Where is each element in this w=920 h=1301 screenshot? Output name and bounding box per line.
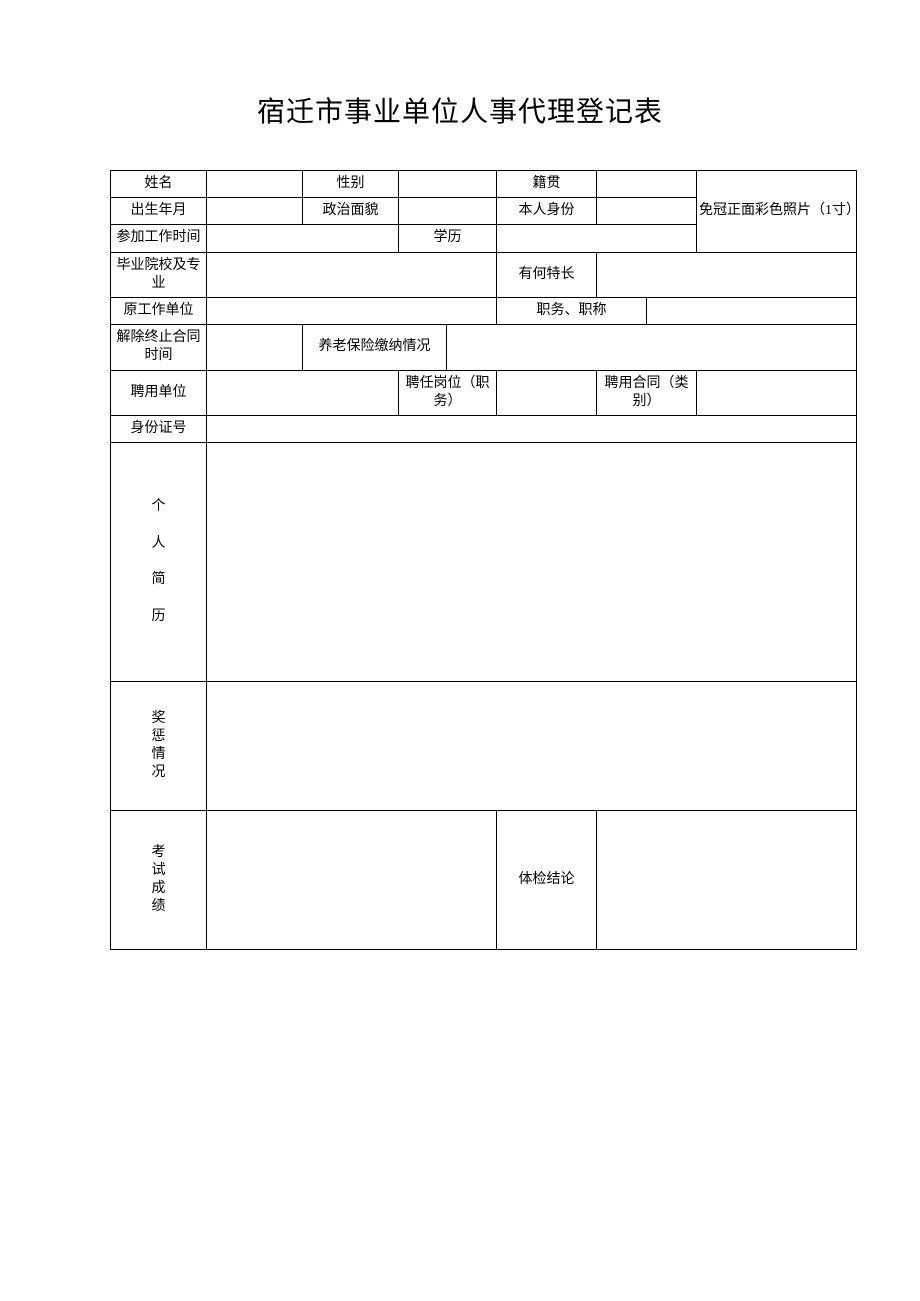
label-former-unit: 原工作单位 — [111, 297, 207, 324]
value-specialty — [597, 252, 857, 297]
label-identity: 本人身份 — [497, 198, 597, 225]
label-name: 姓名 — [111, 171, 207, 198]
value-former-unit — [207, 297, 497, 324]
value-birth — [207, 198, 303, 225]
value-education — [497, 225, 697, 252]
value-gender — [399, 171, 497, 198]
value-resume — [207, 443, 857, 682]
registration-form-table: 姓名 性别 籍贯 免冠正面彩色照片（1寸） 出生年月 政治面貌 本人身份 参加工… — [110, 170, 857, 950]
label-exam: 考 试 成 绩 — [111, 811, 207, 950]
page-title: 宿迁市事业单位人事代理登记表 — [110, 90, 810, 130]
value-pension — [447, 325, 857, 370]
label-specialty: 有何特长 — [497, 252, 597, 297]
label-work-start: 参加工作时间 — [111, 225, 207, 252]
value-identity — [597, 198, 697, 225]
value-work-start — [207, 225, 399, 252]
value-id-number — [207, 415, 857, 442]
label-position-title: 职务、职称 — [497, 297, 647, 324]
label-birth: 出生年月 — [111, 198, 207, 225]
value-political — [399, 198, 497, 225]
value-rewards — [207, 682, 857, 811]
label-physical: 体检结论 — [497, 811, 597, 950]
value-name — [207, 171, 303, 198]
value-contract-type — [697, 370, 857, 415]
document-page: 宿迁市事业单位人事代理登记表 姓名 性别 籍贯 免冠正面彩色照片（1寸） — [0, 0, 920, 950]
value-native-place — [597, 171, 697, 198]
label-contract-type: 聘用合同（类别） — [597, 370, 697, 415]
photo-placeholder: 免冠正面彩色照片（1寸） — [697, 171, 857, 253]
value-exam — [207, 811, 497, 950]
value-position-title — [647, 297, 857, 324]
value-school-major — [207, 252, 497, 297]
label-pension: 养老保险缴纳情况 — [303, 325, 447, 370]
label-education: 学历 — [399, 225, 497, 252]
value-hired-post — [497, 370, 597, 415]
label-gender: 性别 — [303, 171, 399, 198]
value-contract-end — [207, 325, 303, 370]
label-hired-post: 聘任岗位（职务） — [399, 370, 497, 415]
value-hiring-unit — [207, 370, 399, 415]
label-contract-end: 解除终止合同时间 — [111, 325, 207, 370]
label-political: 政治面貌 — [303, 198, 399, 225]
label-resume: 个 人 简 历 — [111, 443, 207, 682]
label-id-number: 身份证号 — [111, 415, 207, 442]
value-physical — [597, 811, 857, 950]
label-hiring-unit: 聘用单位 — [111, 370, 207, 415]
label-native-place: 籍贯 — [497, 171, 597, 198]
label-school-major: 毕业院校及专业 — [111, 252, 207, 297]
label-rewards: 奖 惩 情 况 — [111, 682, 207, 811]
